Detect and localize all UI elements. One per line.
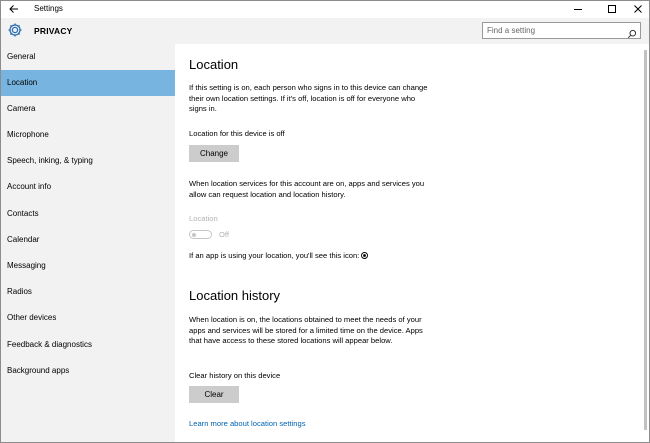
location-toggle-state: Off — [219, 230, 229, 239]
search-input[interactable] — [487, 25, 627, 36]
section-heading-location-history: Location history — [189, 288, 281, 303]
location-indicator-icon — [361, 252, 369, 259]
location-description: If this setting is on, each person who s… — [189, 83, 428, 113]
location-icon-note-row: If an app is using your location, you'll… — [189, 251, 449, 262]
sidebar-item-other-devices[interactable]: Other devices — [1, 305, 175, 331]
learn-more-link[interactable]: Learn more about location settings — [189, 419, 306, 428]
sidebar-item-camera[interactable]: Camera — [1, 96, 175, 122]
page-title: PRIVACY — [34, 26, 73, 36]
location-icon-note: If an app is using your location, you'll… — [189, 251, 360, 260]
minimize-button[interactable] — [564, 1, 592, 18]
scrollbar-thumb[interactable] — [644, 50, 647, 430]
vertical-scrollbar[interactable] — [641, 44, 649, 442]
sidebar-item-background-apps[interactable]: Background apps — [1, 358, 175, 384]
sidebar-item-general[interactable]: General — [1, 44, 175, 70]
sidebar-item-speech[interactable]: Speech, inking, & typing — [1, 148, 175, 174]
location-services-description: When location services for this account … — [189, 179, 425, 199]
window-title: Settings — [34, 4, 63, 13]
title-bar: Settings — [1, 1, 649, 18]
search-icon[interactable] — [627, 26, 637, 39]
sidebar-item-calendar[interactable]: Calendar — [1, 227, 175, 253]
main-content: Location If this setting is on, each per… — [175, 44, 641, 442]
close-button[interactable] — [624, 1, 649, 18]
gear-icon — [6, 21, 24, 39]
clear-button[interactable]: Clear — [189, 386, 239, 403]
toggle-knob — [192, 232, 196, 237]
settings-header: PRIVACY — [1, 18, 649, 44]
location-toggle[interactable] — [189, 230, 212, 239]
sidebar-item-contacts[interactable]: Contacts — [1, 201, 175, 227]
search-box[interactable] — [482, 22, 641, 39]
location-toggle-label: Location — [189, 214, 218, 223]
sidebar-item-radios[interactable]: Radios — [1, 279, 175, 305]
sidebar-item-location[interactable]: Location — [1, 70, 175, 96]
sidebar-item-feedback[interactable]: Feedback & diagnostics — [1, 332, 175, 358]
sidebar-item-account-info[interactable]: Account info — [1, 174, 175, 200]
section-heading-location: Location — [189, 57, 239, 72]
device-location-status: Location for this device is off — [189, 129, 285, 138]
maximize-button[interactable] — [598, 1, 626, 18]
back-arrow-icon[interactable] — [7, 2, 21, 16]
sidebar-nav: General Location Camera Microphone Speec… — [1, 44, 175, 442]
settings-window: Settings PRIVACY Find a setting General … — [0, 0, 650, 443]
clear-history-label: Clear history on this device — [189, 371, 281, 380]
location-history-description: When location is on, the locations obtai… — [189, 315, 423, 345]
sidebar-item-messaging[interactable]: Messaging — [1, 253, 175, 279]
sidebar-item-microphone[interactable]: Microphone — [1, 122, 175, 148]
change-button[interactable]: Change — [189, 145, 239, 162]
